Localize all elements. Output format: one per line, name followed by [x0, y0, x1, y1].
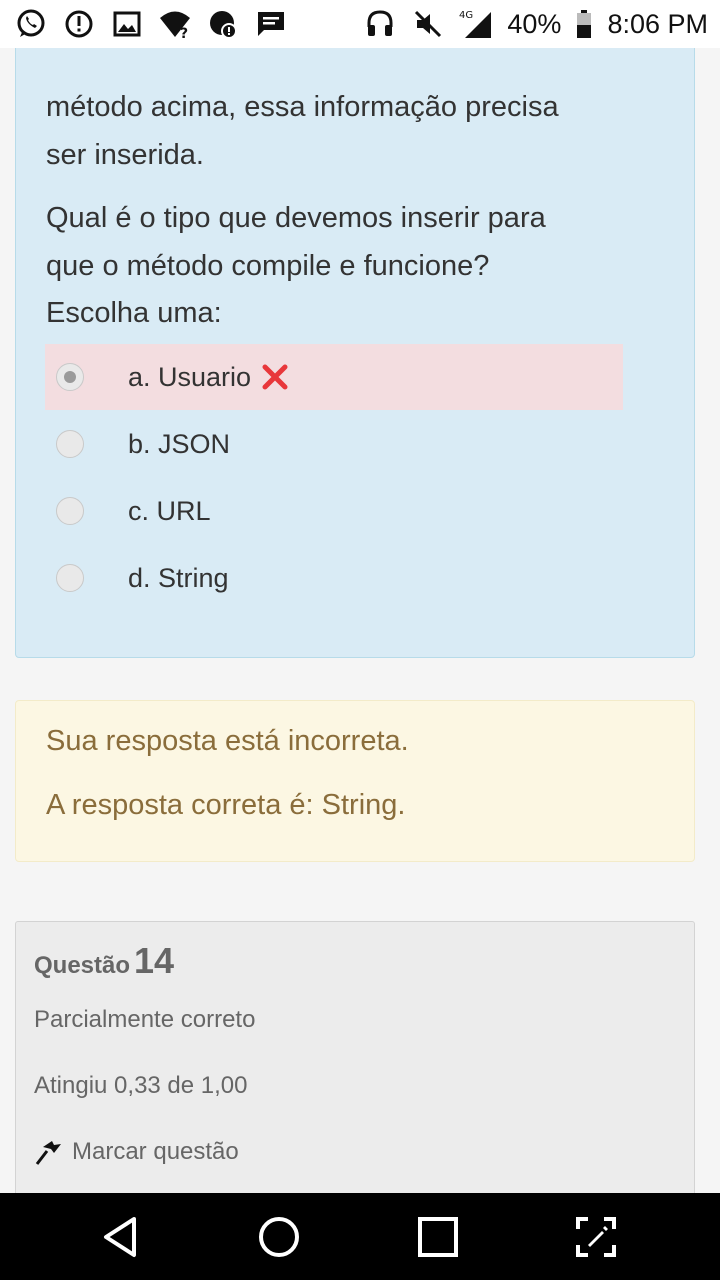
mute-icon: [411, 7, 445, 41]
feedback-correct-answer: A resposta correta é: String.: [46, 789, 406, 821]
battery-percent: 40%: [507, 8, 562, 39]
network-type-label: 4G: [459, 10, 473, 21]
signal-4g-icon: 4G: [459, 7, 493, 41]
radio-button[interactable]: [56, 564, 84, 592]
question-status: Parcialmente correto: [34, 1006, 256, 1033]
answer-option-b[interactable]: b. JSON: [45, 411, 623, 477]
answer-option-d[interactable]: d. String: [45, 545, 623, 611]
navigation-bar: [0, 1193, 720, 1280]
message-icon: [254, 7, 288, 41]
radio-button-selected[interactable]: [56, 363, 84, 391]
answer-option-label: c. URL: [128, 495, 211, 526]
feedback-incorrect: Sua resposta está incorreta.: [46, 725, 409, 757]
alert-icon: [62, 7, 96, 41]
answer-option-a[interactable]: a. Usuario: [45, 344, 623, 410]
flag-question-label: Marcar questão: [72, 1138, 239, 1165]
status-bar-right: 4G 40% 8:06 PM: [363, 7, 708, 41]
feedback-panel: Sua resposta está incorreta. A resposta …: [15, 700, 695, 862]
question-score: Atingiu 0,33 de 1,00: [34, 1072, 248, 1099]
svg-text:?: ?: [180, 26, 188, 39]
recents-icon[interactable]: [414, 1213, 462, 1261]
back-icon[interactable]: [98, 1213, 146, 1261]
flag-question-link[interactable]: Marcar questão: [34, 1137, 239, 1167]
data-saver-icon: [206, 7, 240, 41]
question-text-line: Qual é o tipo que devemos inserir para: [46, 202, 546, 234]
choose-one-label: Escolha uma:: [46, 297, 222, 329]
incorrect-x-icon: [262, 364, 288, 390]
question-info-panel: Questão 14 Parcialmente correto Atingiu 0…: [15, 921, 695, 1193]
question-text-line: ser inserida.: [46, 139, 204, 171]
page-content[interactable]: método acima, essa informação precisa se…: [0, 48, 720, 1193]
question-text-line: que o método compile e funcione?: [46, 250, 490, 282]
answer-option-c[interactable]: c. URL: [45, 478, 623, 544]
home-icon[interactable]: [255, 1213, 303, 1261]
question-label: Questão: [34, 952, 131, 979]
status-bar: ? 4G 40% 8:06 PM: [0, 0, 720, 48]
radio-button[interactable]: [56, 497, 84, 525]
clock: 8:06 PM: [607, 8, 708, 39]
status-bar-left: ?: [14, 7, 288, 41]
question-number: Questão 14: [34, 940, 174, 982]
gallery-icon: [110, 7, 144, 41]
question-number-value: 14: [134, 940, 175, 981]
question-text-line: método acima, essa informação precisa: [46, 91, 559, 123]
radio-button[interactable]: [56, 430, 84, 458]
question-panel: método acima, essa informação precisa se…: [15, 48, 695, 658]
whatsapp-icon: [14, 7, 48, 41]
answer-option-label: d. String: [128, 562, 229, 593]
answer-option-label: a. Usuario: [128, 361, 252, 392]
expand-icon[interactable]: [572, 1213, 620, 1261]
flag-icon: [35, 1141, 61, 1165]
wifi-question-icon: ?: [158, 7, 192, 41]
answer-option-label: b. JSON: [128, 428, 231, 459]
battery-icon: [575, 7, 593, 41]
headset-icon: [363, 7, 397, 41]
